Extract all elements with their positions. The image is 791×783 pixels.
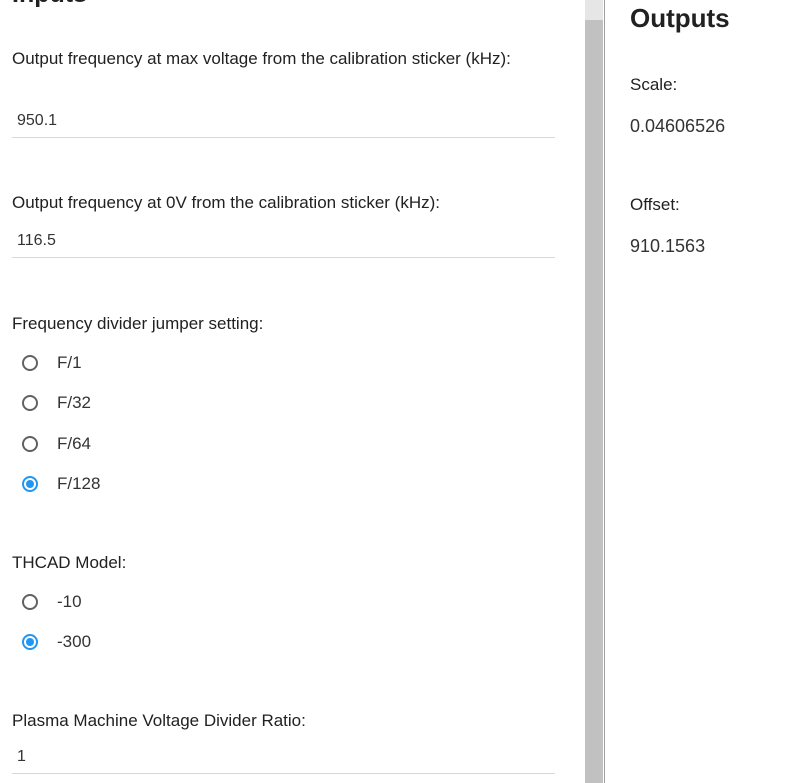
radio-label: F/128	[57, 474, 101, 493]
inputs-title: Inputs	[12, 0, 87, 9]
radio-divider-f32[interactable]: F/32	[22, 390, 91, 416]
model-label: THCAD Model:	[12, 553, 127, 572]
freq-max-input[interactable]	[12, 104, 555, 138]
radio-label: F/32	[57, 393, 92, 412]
radio-checked-icon[interactable]	[22, 476, 38, 492]
freq-max-label: Output frequency at max voltage from the…	[12, 49, 511, 68]
inputs-panel: Inputs Output frequency at max voltage f…	[0, 0, 580, 783]
radio-label: F/1	[57, 353, 82, 372]
radio-unchecked-icon[interactable]	[22, 395, 38, 411]
scrollbar-thumb[interactable]	[585, 20, 603, 783]
voltage-ratio-label: Plasma Machine Voltage Divider Ratio:	[12, 711, 306, 730]
radio-divider-f64[interactable]: F/64	[22, 431, 91, 457]
radio-label: -300	[57, 632, 92, 651]
outputs-title: Outputs	[630, 3, 730, 33]
radio-model-300[interactable]: -300	[22, 629, 91, 655]
radio-checked-icon[interactable]	[22, 634, 38, 650]
offset-label: Offset:	[630, 195, 680, 214]
radio-unchecked-icon[interactable]	[22, 594, 38, 610]
radio-label: -10	[57, 592, 82, 611]
radio-unchecked-icon[interactable]	[22, 436, 38, 452]
radio-dot	[26, 638, 34, 646]
radio-divider-f1[interactable]: F/1	[22, 350, 82, 376]
radio-divider-f128[interactable]: F/128	[22, 471, 100, 497]
radio-label: F/64	[57, 434, 92, 453]
outputs-panel: Outputs Scale: 0.04606526 Offset: 910.15…	[605, 0, 791, 783]
scale-value: 0.04606526	[630, 116, 726, 136]
offset-value: 910.1563	[630, 236, 706, 256]
scale-label: Scale:	[630, 75, 678, 94]
voltage-ratio-input[interactable]	[12, 740, 555, 774]
divider-label: Frequency divider jumper setting:	[12, 314, 264, 333]
freq-zero-input[interactable]	[12, 224, 555, 258]
radio-unchecked-icon[interactable]	[22, 355, 38, 371]
radio-model-10[interactable]: -10	[22, 589, 82, 615]
freq-zero-label: Output frequency at 0V from the calibrat…	[12, 193, 441, 212]
radio-dot	[26, 480, 34, 488]
